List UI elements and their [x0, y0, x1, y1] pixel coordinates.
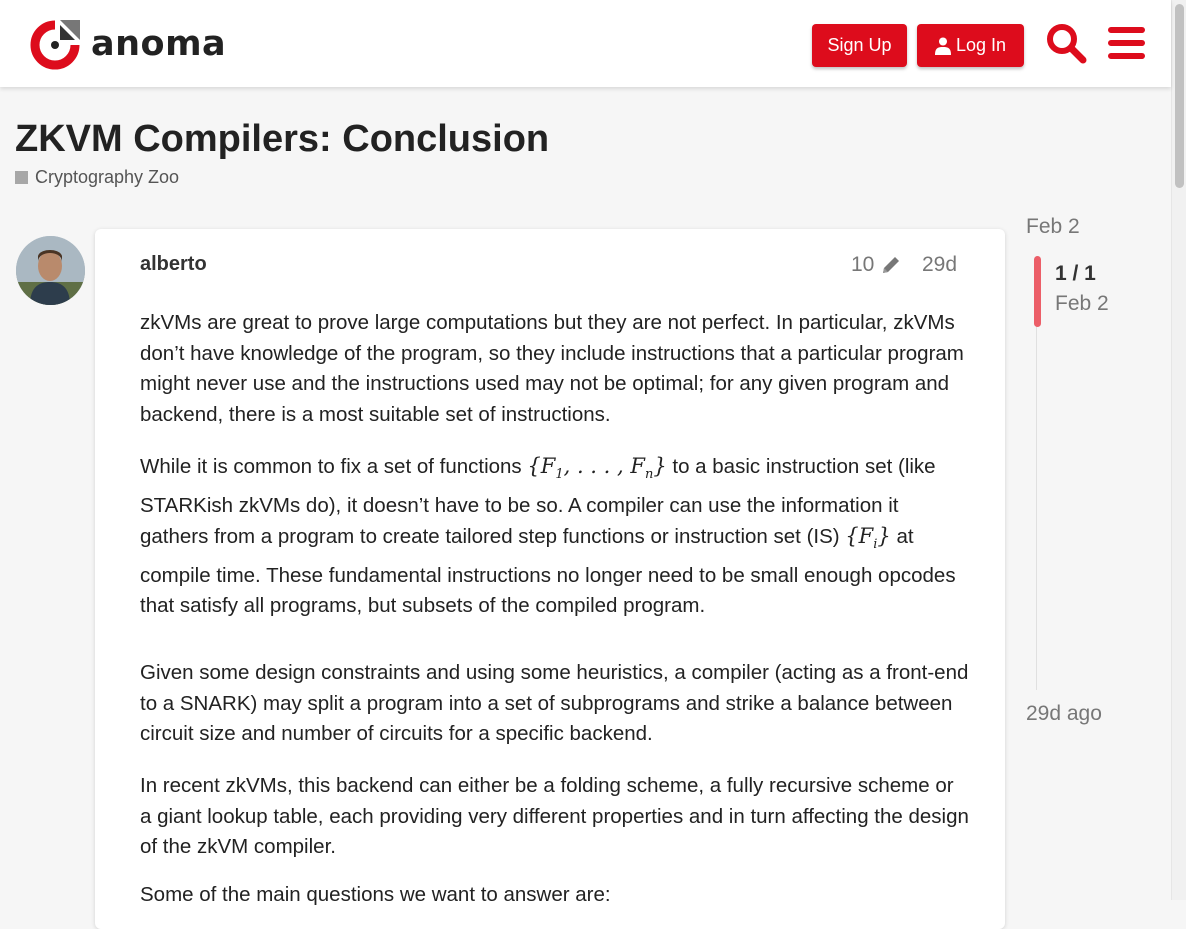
topic-title[interactable]: ZKVM Compilers: Conclusion	[15, 118, 549, 161]
user-icon	[934, 37, 951, 55]
edit-count: 10	[851, 253, 875, 276]
post-age[interactable]: 29d	[922, 253, 957, 277]
avatar[interactable]	[16, 236, 85, 305]
post-paragraph-5: Some of the main questions we want to an…	[140, 883, 611, 906]
timeline-current-date: Feb 2	[1055, 292, 1109, 315]
post-author[interactable]: alberto	[140, 253, 207, 276]
avatar-photo-icon	[16, 236, 85, 305]
scrollbar-thumb[interactable]	[1175, 4, 1184, 188]
math-instruction-set: {Fi}	[845, 524, 891, 553]
anoma-logo-icon	[30, 18, 81, 69]
timeline-start-date[interactable]: Feb 2	[1026, 215, 1080, 239]
log-in-label: Log In	[955, 35, 1007, 55]
category-color-square-icon	[15, 171, 28, 184]
timeline-end-date[interactable]: 29d ago	[1026, 702, 1102, 726]
post-paragraph-2: While it is common to fix a set of funct…	[140, 451, 970, 622]
page-scrollbar[interactable]	[1171, 0, 1186, 900]
post-paragraph-4: In recent zkVMs, this backend can either…	[140, 774, 969, 858]
sign-up-button[interactable]: Sign Up	[812, 24, 907, 67]
hamburger-menu-icon[interactable]	[1106, 22, 1148, 64]
log-in-button[interactable]: Log In	[917, 24, 1024, 67]
pencil-icon	[883, 257, 900, 273]
search-icon[interactable]	[1045, 22, 1087, 64]
logo-text: anoma	[91, 23, 227, 64]
math-function-set: {F1, . . . , Fn}	[527, 454, 667, 483]
category-badge[interactable]: Cryptography Zoo	[15, 167, 179, 188]
post-paragraph-1: zkVMs are great to prove large computati…	[140, 311, 964, 426]
site-header: anoma Sign Up Log In	[0, 0, 1171, 87]
edit-history-button[interactable]: 10	[851, 253, 902, 277]
site-logo[interactable]: anoma	[30, 18, 226, 70]
timeline-handle[interactable]	[1034, 256, 1041, 327]
timeline-post-count: 1 / 1	[1055, 262, 1096, 285]
paragraph-2-text-a: While it is common to fix a set of funct…	[140, 455, 522, 478]
category-name: Cryptography Zoo	[35, 167, 180, 187]
post-paragraph-3: Given some design constraints and using …	[140, 661, 969, 745]
